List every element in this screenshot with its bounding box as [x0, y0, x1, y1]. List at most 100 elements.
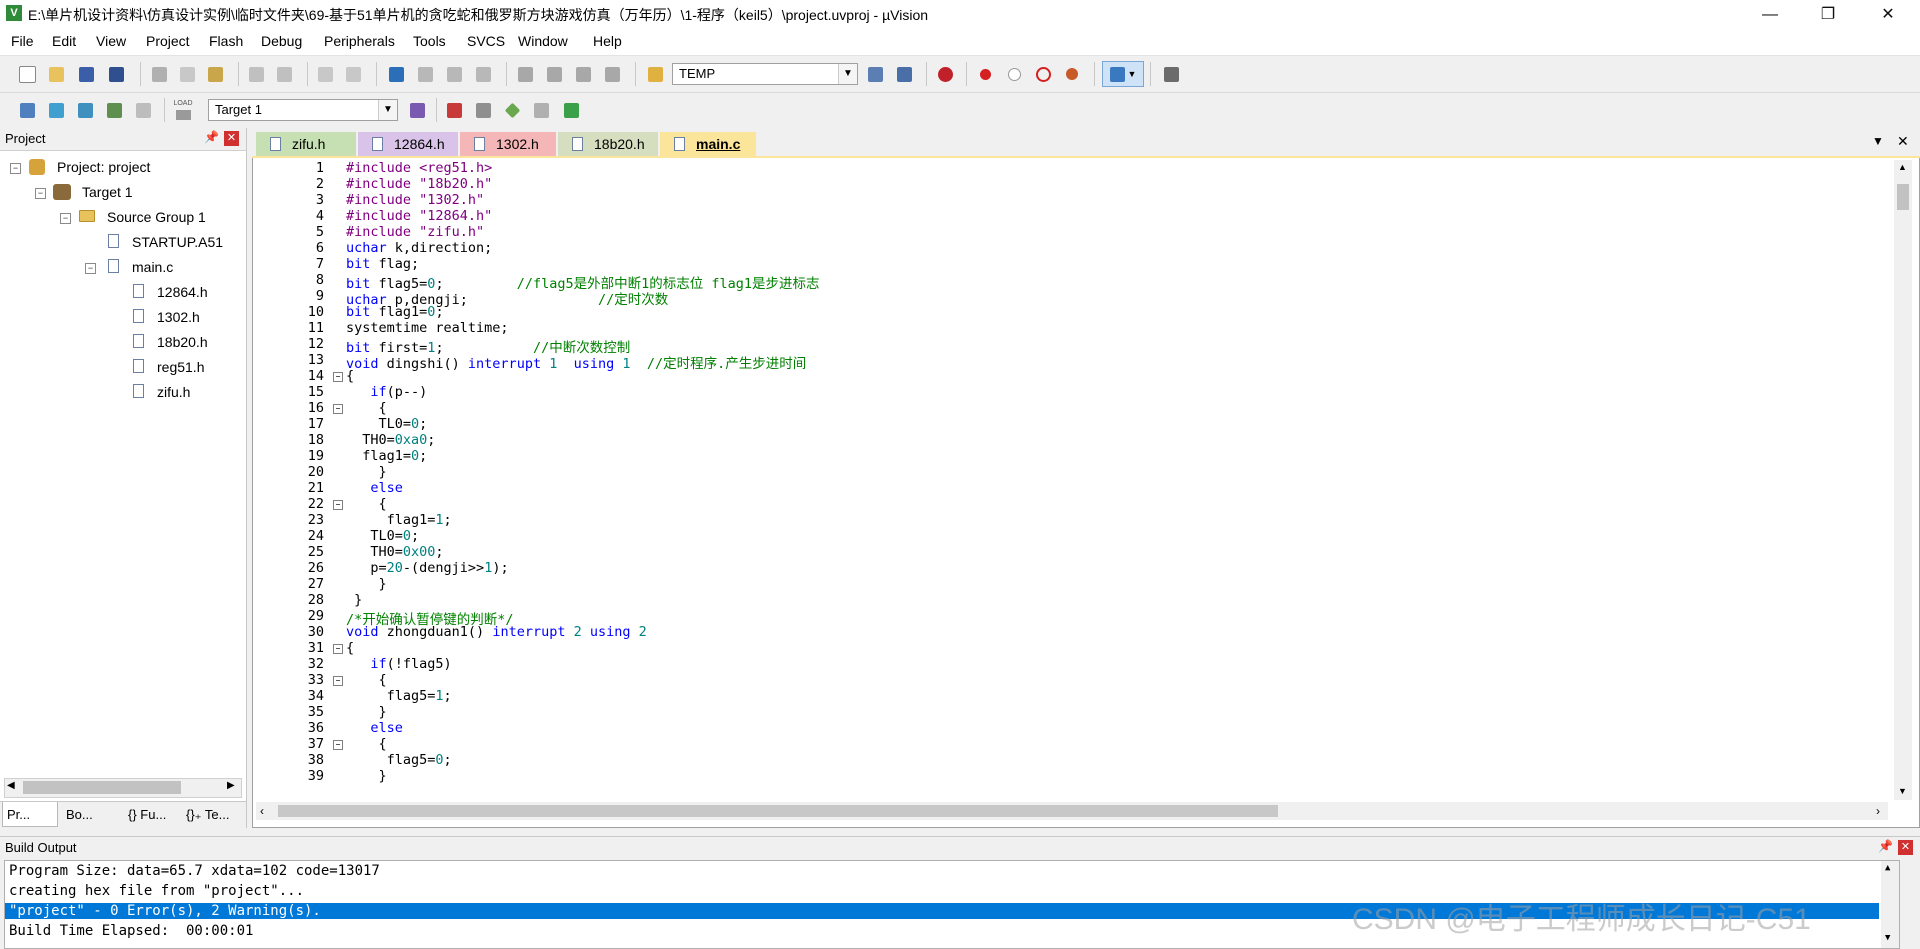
tab-books[interactable]: Bo... [62, 802, 124, 828]
kill-all-breakpoints-icon[interactable] [1061, 63, 1083, 85]
redo-icon[interactable] [273, 63, 295, 85]
scroll-right-icon[interactable]: ▶ [227, 780, 235, 791]
code-editor[interactable]: 1 #include <reg51.h> 2 #include "18b20.h" … [260, 160, 1890, 800]
menu-window[interactable]: Window [518, 33, 568, 49]
file-tab-18b20-h[interactable]: 18b20.h [558, 132, 658, 156]
menu-edit[interactable]: Edit [52, 33, 76, 49]
menu-view[interactable]: View [96, 33, 126, 49]
tree-item-target[interactable]: Target 1 [82, 184, 133, 200]
collapse-toggle[interactable]: − [10, 163, 21, 174]
run-time-environment-icon[interactable] [501, 99, 523, 121]
fold-toggle[interactable]: − [333, 372, 343, 382]
scrollbar-thumb[interactable] [278, 805, 1278, 817]
pin-icon[interactable]: 📌 [204, 130, 219, 144]
collapse-toggle[interactable]: − [85, 263, 96, 274]
fold-toggle[interactable]: − [333, 500, 343, 510]
next-bookmark-icon[interactable] [443, 63, 465, 85]
batch-build-icon[interactable] [103, 99, 125, 121]
tree-item-12864-h[interactable]: 12864.h [157, 284, 208, 300]
translate-icon[interactable] [16, 99, 38, 121]
chevron-down-icon[interactable]: ▼ [378, 100, 397, 120]
window-layout-icon[interactable]: ▼ [1102, 61, 1144, 87]
bookmark-icon[interactable] [385, 63, 407, 85]
tree-item-zifu-h[interactable]: zifu.h [157, 384, 190, 400]
build-icon[interactable] [45, 99, 67, 121]
pin-icon[interactable]: 📌 [1878, 839, 1893, 853]
horizontal-scrollbar[interactable]: ◀ ▶ [4, 778, 242, 798]
nav-forward-icon[interactable] [342, 63, 364, 85]
tree-item-source-group[interactable]: Source Group 1 [107, 209, 206, 225]
fold-toggle[interactable]: − [333, 676, 343, 686]
scroll-up-icon[interactable]: ▲ [1885, 863, 1890, 873]
chevron-down-icon[interactable]: ▼ [838, 64, 857, 84]
cut-icon[interactable] [148, 63, 170, 85]
collapse-toggle[interactable]: − [35, 188, 46, 199]
manage-project-items-icon[interactable] [443, 99, 465, 121]
copy-icon[interactable] [176, 63, 198, 85]
find-icon[interactable] [864, 63, 886, 85]
manage-multi-project-icon[interactable] [472, 99, 494, 121]
open-folder-icon[interactable] [45, 63, 67, 85]
tree-item-reg51-h[interactable]: reg51.h [157, 359, 204, 375]
menu-svcs[interactable]: SVCS [467, 33, 505, 49]
fold-toggle[interactable]: − [333, 740, 343, 750]
scroll-down-icon[interactable]: ▼ [1898, 786, 1907, 796]
save-all-icon[interactable] [105, 63, 127, 85]
disable-all-breakpoints-icon[interactable] [1032, 63, 1054, 85]
find-in-files-icon[interactable] [644, 63, 666, 85]
indent-icon[interactable] [514, 63, 536, 85]
scroll-right-icon[interactable]: › [1876, 804, 1880, 818]
file-tab-zifu-h[interactable]: zifu.h [256, 132, 356, 156]
tree-item-project[interactable]: Project: project [57, 159, 150, 175]
tab-templates[interactable]: {}₊ Te... [182, 802, 246, 828]
menu-tools[interactable]: Tools [413, 33, 446, 49]
fold-toggle[interactable]: − [333, 404, 343, 414]
tree-item-18b20-h[interactable]: 18b20.h [157, 334, 208, 350]
menu-file[interactable]: File [11, 33, 34, 49]
incremental-find-icon[interactable] [893, 63, 915, 85]
close-panel-icon[interactable]: ✕ [1898, 840, 1913, 855]
paste-icon[interactable] [204, 63, 226, 85]
configure-wrench-icon[interactable] [1160, 63, 1182, 85]
file-tab-1302-h[interactable]: 1302.h [460, 132, 556, 156]
close-tab-icon[interactable]: ✕ [1897, 133, 1909, 150]
menu-flash[interactable]: Flash [209, 33, 243, 49]
debug-session-icon[interactable] [934, 63, 956, 85]
fold-toggle[interactable]: − [333, 644, 343, 654]
target-combo[interactable]: Target 1 ▼ [208, 99, 398, 121]
comment-icon[interactable] [572, 63, 594, 85]
close-button[interactable]: ✕ [1860, 0, 1916, 29]
tree-item-main-c[interactable]: main.c [132, 259, 173, 275]
clear-bookmarks-icon[interactable] [472, 63, 494, 85]
tab-project[interactable]: Pr... [2, 802, 58, 827]
select-packs-icon[interactable] [560, 99, 582, 121]
minimize-button[interactable]: — [1742, 0, 1798, 29]
menu-debug[interactable]: Debug [261, 33, 302, 49]
scroll-left-icon[interactable]: ◀ [7, 780, 15, 791]
scrollbar-thumb[interactable] [23, 781, 181, 794]
uncomment-icon[interactable] [601, 63, 623, 85]
close-panel-icon[interactable]: ✕ [224, 131, 239, 146]
file-tab-main-c[interactable]: main.c [660, 132, 756, 156]
breakpoint-icon[interactable] [974, 63, 996, 85]
scroll-up-icon[interactable]: ▲ [1898, 162, 1907, 172]
tree-item-startup[interactable]: STARTUP.A51 [132, 234, 223, 250]
undo-icon[interactable] [245, 63, 267, 85]
stop-build-icon[interactable] [132, 99, 154, 121]
menu-project[interactable]: Project [146, 33, 190, 49]
pack-installer-icon[interactable] [530, 99, 552, 121]
menu-help[interactable]: Help [593, 33, 622, 49]
tab-list-chevron-icon[interactable]: ▼ [1872, 134, 1884, 148]
scroll-left-icon[interactable]: ‹ [260, 804, 264, 818]
new-file-icon[interactable] [16, 63, 38, 85]
scroll-down-icon[interactable]: ▼ [1885, 933, 1890, 943]
scrollbar-thumb[interactable] [1897, 184, 1909, 210]
tab-functions[interactable]: {} Fu... [124, 802, 184, 828]
download-icon[interactable]: LOAD [172, 97, 194, 123]
tree-item-1302-h[interactable]: 1302.h [157, 309, 200, 325]
collapse-toggle[interactable]: − [60, 213, 71, 224]
editor-horizontal-scrollbar[interactable]: ‹ › [256, 802, 1888, 820]
rebuild-icon[interactable] [74, 99, 96, 121]
disable-breakpoint-icon[interactable] [1003, 63, 1025, 85]
menu-peripherals[interactable]: Peripherals [324, 33, 395, 49]
